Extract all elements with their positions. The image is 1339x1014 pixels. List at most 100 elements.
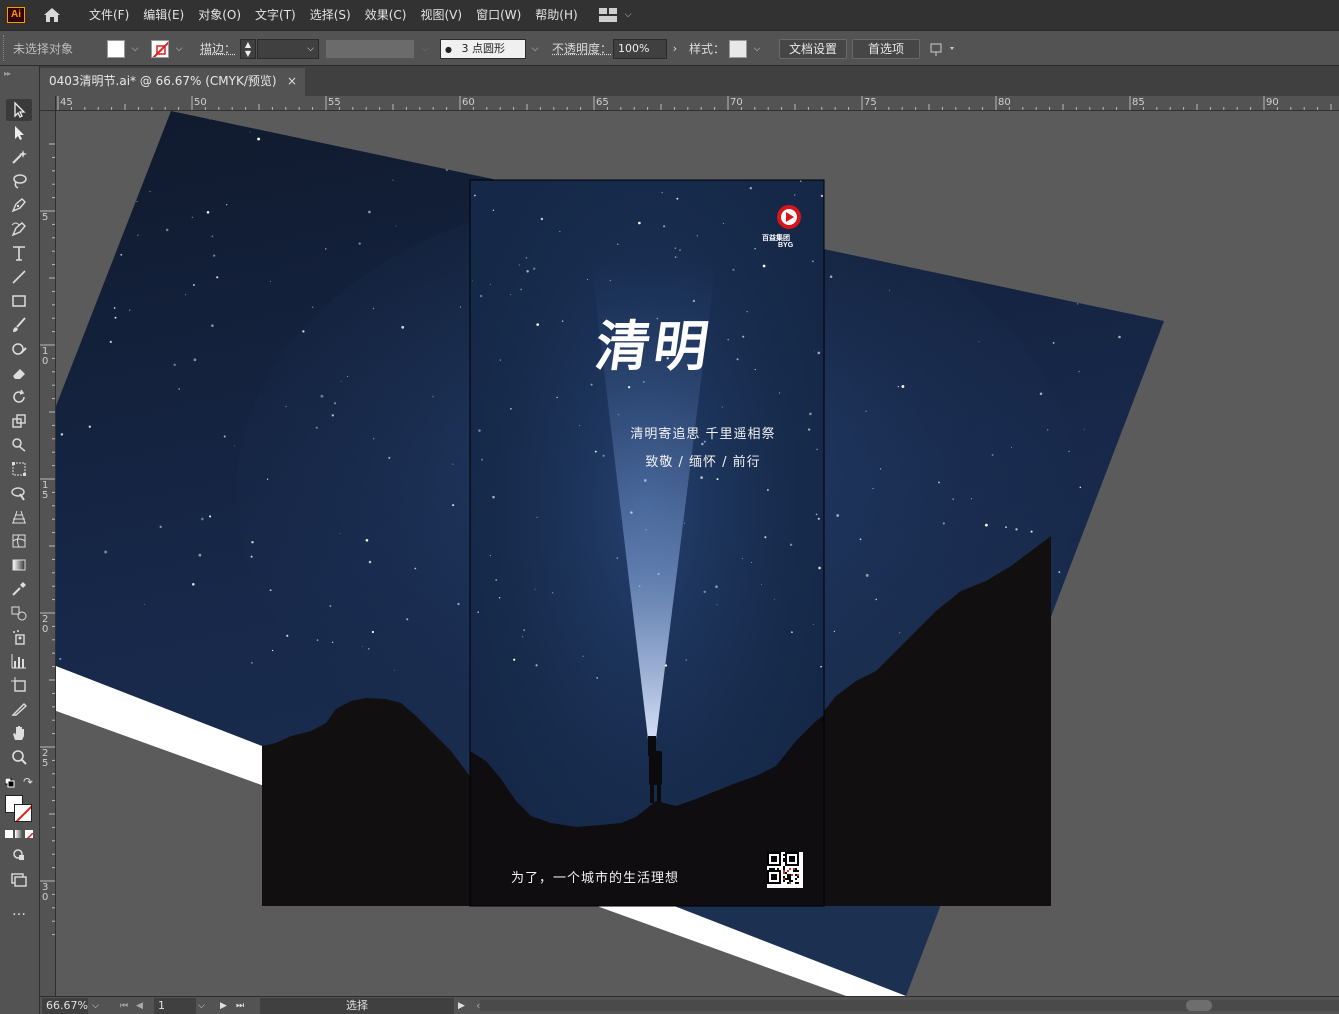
menu-file[interactable]: 文件(F) bbox=[82, 0, 136, 30]
gradient-tool[interactable] bbox=[6, 554, 32, 576]
style-dropdown-icon[interactable]: ⌵ bbox=[750, 39, 764, 59]
scale-tool[interactable] bbox=[6, 410, 32, 432]
brush-definition-select[interactable]: ● 3 点圆形 bbox=[440, 39, 526, 59]
brush-dropdown-icon[interactable]: ⌵ bbox=[528, 39, 542, 59]
shape-builder-tool[interactable] bbox=[6, 482, 32, 504]
gradient-mode-icon[interactable] bbox=[15, 830, 23, 838]
ruler-origin[interactable] bbox=[40, 96, 56, 111]
more-tools-icon[interactable]: … bbox=[6, 900, 32, 922]
curvature-tool[interactable] bbox=[6, 218, 32, 240]
menu-type[interactable]: 文字(T) bbox=[248, 0, 303, 30]
close-icon[interactable]: × bbox=[287, 68, 297, 94]
stroke-color-swatch[interactable] bbox=[14, 804, 32, 822]
free-transform-tool[interactable] bbox=[6, 458, 32, 480]
next-artboard-icon[interactable]: ▶ bbox=[220, 998, 227, 1014]
rotate-tool[interactable] bbox=[6, 386, 32, 408]
slice-tool[interactable] bbox=[6, 698, 32, 720]
type-tool[interactable] bbox=[6, 242, 32, 264]
graphic-style-swatch[interactable] bbox=[729, 40, 747, 58]
status-bar: 66.67% ⌵ ⏮ ◀ 1 ⌵ ▶ ⏭ 选择 ▶ ‹ bbox=[40, 996, 1339, 1014]
paintbrush-tool[interactable] bbox=[6, 314, 32, 336]
status-menu-icon[interactable]: ▶ bbox=[458, 998, 465, 1014]
color-mode-icon[interactable] bbox=[5, 830, 13, 838]
eraser-tool[interactable] bbox=[6, 362, 32, 384]
eyedropper-icon bbox=[12, 582, 26, 596]
swap-colors-icon[interactable]: ↷ bbox=[23, 775, 33, 789]
artboard[interactable] bbox=[469, 179, 825, 907]
document-setup-button[interactable]: 文档设置 bbox=[779, 39, 847, 59]
stroke-weight-input[interactable]: ⌵ bbox=[257, 39, 319, 59]
drawing-mode-tool[interactable] bbox=[6, 844, 32, 866]
artwork bbox=[56, 111, 1164, 996]
pen-tool[interactable] bbox=[6, 194, 32, 216]
lasso-tool[interactable] bbox=[6, 170, 32, 192]
symbol-sprayer-tool[interactable] bbox=[6, 626, 32, 648]
poster-tagline: 致敬 / 缅怀 / 前行 bbox=[645, 455, 761, 470]
selection-tool[interactable] bbox=[6, 99, 32, 121]
zoom-tool[interactable] bbox=[6, 746, 32, 768]
poster-title: 清明 bbox=[591, 314, 717, 378]
no-stroke-icon bbox=[152, 41, 168, 57]
mesh-tool[interactable] bbox=[6, 530, 32, 552]
type-icon bbox=[13, 246, 25, 261]
chevron-right-icon[interactable]: › bbox=[668, 39, 682, 59]
vertical-ruler[interactable]: 5 10 15 20 25 30 bbox=[40, 111, 56, 996]
menu-object[interactable]: 对象(O) bbox=[191, 0, 248, 30]
zoom-level-field[interactable]: 66.67% bbox=[42, 998, 88, 1014]
horizontal-scrollbar[interactable] bbox=[480, 1000, 1339, 1011]
magic-wand-tool[interactable] bbox=[6, 146, 32, 168]
brand-name-en: BYG bbox=[778, 242, 794, 249]
eyedropper-tool[interactable] bbox=[6, 578, 32, 600]
arrange-documents-icon[interactable] bbox=[930, 41, 958, 60]
fill-swatch[interactable] bbox=[107, 40, 125, 58]
last-artboard-icon[interactable]: ⏭ bbox=[236, 998, 244, 1014]
app-logo: Ai bbox=[7, 7, 25, 23]
canvas[interactable]: 百益集团 BYG 清明 清明寄追思 千里遥相祭 致敬 / 缅怀 / 前行 为了，… bbox=[56, 111, 1339, 996]
stroke-stepper[interactable]: ▲ ▼ bbox=[240, 39, 256, 59]
ruler-label: 70 bbox=[730, 97, 743, 108]
previous-artboard-icon[interactable]: ◀ bbox=[136, 998, 143, 1014]
default-colors-icon[interactable] bbox=[4, 777, 15, 788]
menu-effect[interactable]: 效果(C) bbox=[358, 0, 414, 30]
perspective-grid-tool[interactable] bbox=[6, 506, 32, 528]
variable-width-profile[interactable] bbox=[325, 39, 415, 59]
status-mode[interactable]: 选择 bbox=[260, 998, 454, 1014]
none-mode-icon[interactable] bbox=[25, 830, 33, 838]
scrollbar-thumb[interactable] bbox=[1186, 1000, 1212, 1011]
menu-window[interactable]: 窗口(W) bbox=[469, 0, 528, 30]
qr-code-icon bbox=[767, 852, 799, 884]
line-segment-tool[interactable] bbox=[6, 266, 32, 288]
preferences-button[interactable]: 首选项 bbox=[852, 39, 920, 59]
direct-selection-tool[interactable] bbox=[6, 122, 32, 144]
opacity-label[interactable]: 不透明度： bbox=[552, 39, 612, 59]
menu-edit[interactable]: 编辑(E) bbox=[136, 0, 191, 30]
document-tab[interactable]: 0403清明节.ai* @ 66.67% (CMYK/预览) × bbox=[40, 68, 305, 96]
workspace-switcher[interactable]: ⌵ bbox=[598, 8, 632, 22]
stroke-swatch[interactable] bbox=[151, 40, 169, 58]
fill-dropdown-icon[interactable]: ⌵ bbox=[128, 39, 142, 59]
profile-dropdown-icon[interactable]: ⌵ bbox=[418, 39, 432, 59]
column-graph-tool[interactable] bbox=[6, 650, 32, 672]
hand-tool[interactable] bbox=[6, 722, 32, 744]
zoom-dropdown-icon[interactable]: ⌵ bbox=[92, 998, 99, 1014]
horizontal-ruler[interactable]: 45 50 55 60 65 70 75 80 85 90 bbox=[56, 96, 1339, 111]
stroke-label[interactable]: 描边： bbox=[200, 39, 236, 59]
rectangle-tool[interactable] bbox=[6, 290, 32, 312]
screen-mode-tool[interactable] bbox=[6, 868, 32, 890]
artboard-tool[interactable] bbox=[6, 674, 32, 696]
curvature-pen-icon bbox=[11, 222, 26, 237]
opacity-input[interactable]: 100% bbox=[613, 39, 667, 59]
menu-help[interactable]: 帮助(H) bbox=[528, 0, 584, 30]
home-icon[interactable] bbox=[42, 6, 62, 24]
warp-tool[interactable] bbox=[6, 434, 32, 456]
tools-panel: ▸▸ ↷ … bbox=[0, 66, 40, 1014]
menu-select[interactable]: 选择(S) bbox=[303, 0, 358, 30]
first-artboard-icon[interactable]: ⏮ bbox=[120, 998, 128, 1014]
artboard-dropdown-icon[interactable]: ⌵ bbox=[198, 998, 205, 1014]
panel-collapse-icon[interactable]: ▸▸ bbox=[4, 69, 11, 78]
menu-view[interactable]: 视图(V) bbox=[413, 0, 469, 30]
artboard-number-field[interactable]: 1 bbox=[154, 998, 196, 1014]
blend-tool[interactable] bbox=[6, 602, 32, 624]
stroke-dropdown-icon[interactable]: ⌵ bbox=[172, 39, 186, 59]
shaper-tool[interactable] bbox=[6, 338, 32, 360]
